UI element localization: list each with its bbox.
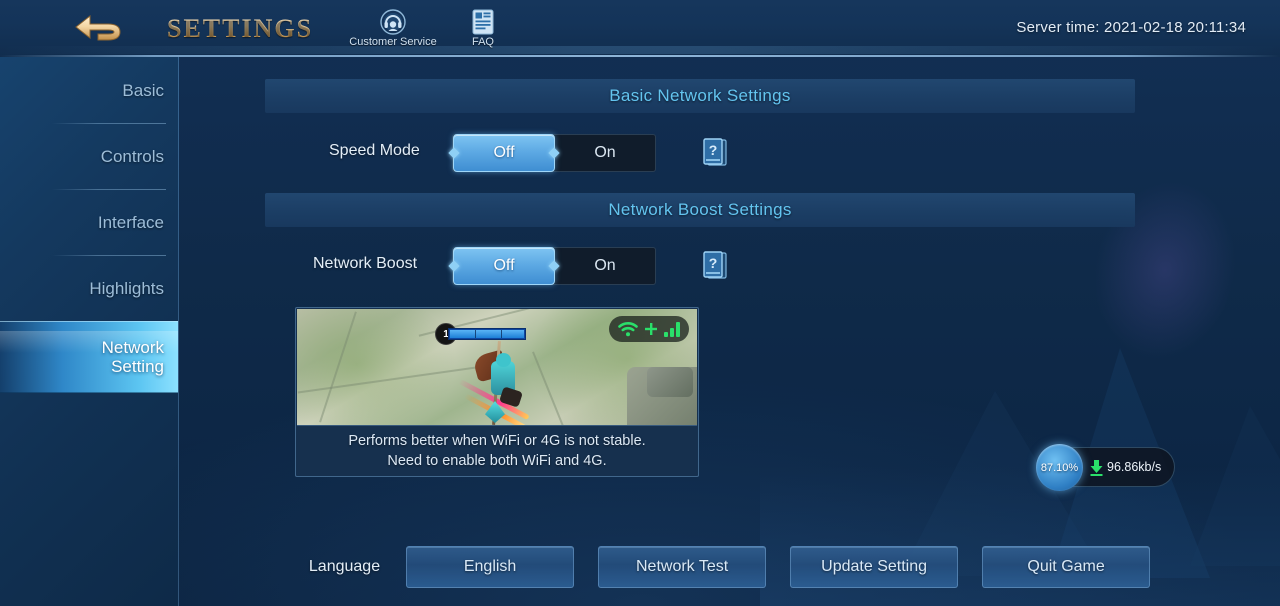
- sidebar-item-network-setting[interactable]: Network Setting: [0, 321, 178, 393]
- preview-terrain: [297, 309, 457, 425]
- download-icon: [1090, 460, 1103, 476]
- settings-screen: SETTINGS Customer Service FAQ Server tim…: [0, 0, 1280, 606]
- network-speed-widget: 87.10% 96.86kb/s: [1036, 444, 1175, 491]
- sidebar-item-label-line2: Setting: [111, 357, 164, 376]
- network-boost-toggle[interactable]: Off On: [452, 247, 656, 285]
- preview-caption-line1: Performs better when WiFi or 4G is not s…: [348, 433, 646, 449]
- language-select-button[interactable]: English: [406, 546, 575, 588]
- network-boost-label: Network Boost: [313, 255, 418, 272]
- help-book-icon: ?: [703, 251, 727, 279]
- quit-game-button[interactable]: Quit Game: [982, 546, 1151, 588]
- header-divider: [0, 46, 1280, 54]
- sidebar-item-label: Network Setting: [102, 338, 164, 376]
- preview-rock: [647, 367, 693, 397]
- sidebar-item-controls[interactable]: Controls: [0, 123, 178, 189]
- document-icon: [472, 9, 494, 35]
- bottom-action-bar: Language English Network Test Update Set…: [179, 546, 1280, 588]
- speed-rate-value: 96.86kb/s: [1107, 460, 1162, 474]
- network-boost-help-button[interactable]: ?: [702, 251, 728, 281]
- preview-hero-head: [496, 353, 511, 367]
- customer-service-button[interactable]: Customer Service: [349, 8, 437, 54]
- preview-health-seg: [475, 330, 476, 338]
- plus-icon: [645, 323, 657, 335]
- preview-image: 1: [297, 309, 697, 425]
- update-setting-button[interactable]: Update Setting: [790, 546, 959, 588]
- back-button[interactable]: [70, 10, 130, 46]
- sidebar-item-interface[interactable]: Interface: [0, 189, 178, 255]
- sidebar-item-label: Basic: [122, 80, 164, 100]
- speed-mode-label: Speed Mode: [329, 142, 420, 159]
- speed-percent-circle: 87.10%: [1036, 444, 1083, 491]
- headset-icon: [380, 9, 406, 35]
- network-boost-option-on[interactable]: On: [555, 248, 655, 284]
- sidebar-item-label: Interface: [97, 212, 164, 232]
- section-title: Network Boost Settings: [608, 200, 792, 219]
- sidebar-item-highlights[interactable]: Highlights: [0, 255, 178, 321]
- faq-label: FAQ: [471, 36, 494, 48]
- sidebar-item-label: Controls: [100, 146, 164, 166]
- section-title: Basic Network Settings: [609, 86, 791, 105]
- customer-service-label: Customer Service: [349, 36, 437, 48]
- preview-health-seg: [501, 330, 502, 338]
- main-content: Basic Network Settings Speed Mode Off On…: [179, 57, 1280, 606]
- svg-text:?: ?: [709, 255, 718, 271]
- section-header-basic-network: Basic Network Settings: [265, 79, 1135, 113]
- preview-connection-badge: [609, 316, 689, 342]
- sidebar-item-label: Highlights: [89, 278, 164, 298]
- sidebar: Basic Controls Interface Highlights Netw…: [0, 57, 179, 606]
- speed-mode-toggle[interactable]: Off On: [452, 134, 656, 172]
- preview-caption-line2: Need to enable both WiFi and 4G.: [387, 453, 607, 469]
- page-title: SETTINGS: [167, 14, 314, 43]
- server-time: Server time: 2021-02-18 20:11:34: [1016, 19, 1246, 36]
- speed-mode-option-on[interactable]: On: [555, 135, 655, 171]
- network-test-button[interactable]: Network Test: [598, 546, 767, 588]
- section-header-network-boost: Network Boost Settings: [265, 193, 1135, 227]
- wifi-icon: [618, 321, 638, 336]
- svg-text:?: ?: [709, 142, 718, 158]
- speed-percent-value: 87.10%: [1040, 461, 1079, 474]
- faq-button[interactable]: FAQ: [455, 8, 511, 54]
- speed-mode-help-button[interactable]: ?: [702, 138, 728, 168]
- language-label: Language: [308, 558, 381, 575]
- speed-mode-option-off[interactable]: Off: [453, 134, 555, 172]
- help-book-icon: ?: [703, 138, 727, 166]
- sidebar-item-basic[interactable]: Basic: [0, 57, 178, 123]
- network-boost-option-off[interactable]: Off: [453, 247, 555, 285]
- preview-health-fill: [450, 330, 524, 338]
- header-bar: SETTINGS Customer Service FAQ Server tim…: [0, 0, 1280, 57]
- back-arrow-icon: [75, 14, 121, 41]
- sidebar-item-label-line1: Network: [101, 338, 164, 357]
- preview-hero-character: [458, 339, 535, 425]
- signal-bars-icon: [664, 321, 680, 337]
- network-boost-preview-card: 1 Performs better when WiFi or 4G is not…: [295, 307, 699, 477]
- preview-caption: Performs better when WiFi or 4G is not s…: [297, 425, 697, 476]
